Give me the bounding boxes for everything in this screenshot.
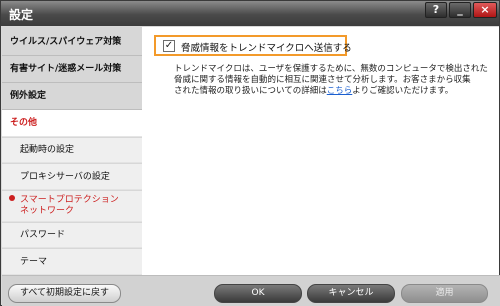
settings-window: 設定 ? _ × ウイルス/スパイウェア対策 有害サイト/迷惑メール対策 例外設… (0, 0, 500, 306)
description-line-1: トレンドマイクロは、ユーザを保護するために、無数のコンピュータで検出された (174, 64, 488, 74)
button-bar: すべて初期設定に戻す OK キャンセル 適用 (2, 275, 500, 306)
close-button[interactable]: × (473, 2, 497, 18)
title-bar: 設定 ? _ × (1, 1, 499, 26)
send-threat-info-checkbox[interactable]: ✓ (163, 40, 175, 52)
sidebar-item-exceptions[interactable]: 例外設定 (2, 83, 142, 110)
reset-defaults-button[interactable]: すべて初期設定に戻す (8, 284, 121, 303)
settings-sidebar: ウイルス/スパイウェア対策 有害サイト/迷惑メール対策 例外設定 その他 起動時… (2, 27, 142, 275)
minimize-button[interactable]: _ (449, 2, 471, 18)
apply-button[interactable]: 適用 (401, 284, 488, 303)
sidebar-subitem-startup[interactable]: 起動時の設定 (2, 138, 142, 163)
window-title: 設定 (9, 8, 34, 22)
help-button[interactable]: ? (425, 2, 447, 18)
description-line-3-end: よりご確認いただけます。 (352, 86, 454, 96)
sidebar-subitem-password[interactable]: パスワード (2, 223, 142, 248)
highlight-box: ✓ 脅威情報をトレンドマイクロへ送信する (154, 35, 352, 56)
smart-protection-description: トレンドマイクロは、ユーザを保護するために、無数のコンピュータで検出された 脅威… (174, 64, 492, 97)
send-threat-info-label[interactable]: 脅威情報をトレンドマイクロへ送信する (181, 40, 352, 54)
sidebar-subitem-theme[interactable]: テーマ (2, 249, 142, 275)
ok-button[interactable]: OK (214, 284, 302, 303)
description-line-2: 脅威に関する情報を自動的に相互に関連させて分析します。お客さまから収集 (174, 75, 471, 85)
sidebar-item-web-mail[interactable]: 有害サイト/迷惑メール対策 (2, 56, 142, 83)
smart-protection-label-line1: スマートプロテクション (20, 195, 119, 205)
smart-protection-label-line2: ネットワーク (20, 206, 75, 216)
description-line-3: された情報の取り扱いについての詳細はこちらよりご確認いただけます。 (174, 86, 492, 97)
sidebar-item-virus-spyware[interactable]: ウイルス/スパイウェア対策 (2, 29, 142, 56)
cancel-button[interactable]: キャンセル (307, 284, 395, 303)
sidebar-item-other[interactable]: その他 (2, 110, 142, 137)
description-line-3-start: された情報の取り扱いについての詳細は (174, 86, 327, 96)
active-indicator-dot (9, 195, 15, 201)
sidebar-subitem-proxy[interactable]: プロキシサーバの設定 (2, 164, 142, 190)
settings-content: ✓ 脅威情報をトレンドマイクロへ送信する トレンドマイクロは、ユーザを保護するた… (142, 27, 499, 275)
sidebar-subitem-smart-protection[interactable]: スマートプロテクション ネットワーク (2, 191, 142, 222)
details-link[interactable]: こちら (327, 86, 353, 96)
